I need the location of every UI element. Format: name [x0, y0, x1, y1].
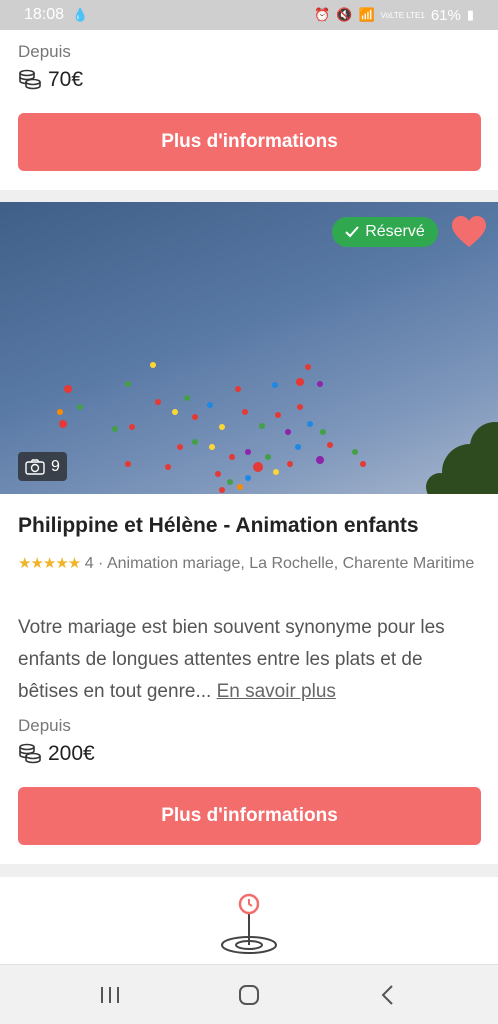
check-icon	[345, 226, 359, 238]
home-button[interactable]	[229, 979, 269, 1011]
rating-stars: ★★★★★	[18, 555, 81, 572]
recent-apps-icon	[101, 987, 119, 1003]
vendor-description: Votre mariage est bien souvent synonyme …	[18, 612, 480, 708]
photo-count: 9	[51, 457, 60, 475]
read-more-link[interactable]: En savoir plus	[217, 681, 336, 702]
price-value: 70€	[48, 68, 84, 91]
price-row: 200€	[18, 742, 95, 766]
more-info-button[interactable]: Plus d'informations	[18, 787, 481, 845]
status-time: 18:08	[24, 6, 65, 23]
battery-level: 61%	[430, 6, 461, 24]
drop-icon: 💧	[72, 7, 89, 22]
recent-apps-button[interactable]	[90, 979, 130, 1011]
battery-icon: ▮	[466, 7, 474, 22]
coins-icon	[19, 69, 41, 90]
back-button[interactable]	[368, 979, 408, 1011]
status-bar: 18:08 💧 ⏰ 🔇 📶 VoLTE LTE1 61% ▮	[0, 0, 498, 30]
wifi-icon: 📶	[358, 7, 375, 22]
heart-icon[interactable]	[452, 216, 486, 248]
map-pin-icon	[221, 893, 277, 954]
map-section	[0, 877, 498, 964]
from-label: Depuis	[18, 716, 71, 735]
vendor-photo[interactable]: Réservé 9	[0, 202, 498, 494]
coins-icon	[19, 743, 41, 764]
photo-count-badge[interactable]: 9	[18, 452, 67, 481]
vendor-category-location: · Animation mariage, La Rochelle, Charen…	[93, 555, 475, 572]
home-icon	[239, 985, 259, 1005]
mute-icon: 🔇	[336, 7, 353, 22]
vendor-meta: ★★★★★ 4 · Animation mariage, La Rochelle…	[18, 550, 480, 578]
more-info-button[interactable]: Plus d'informations	[18, 113, 481, 171]
system-nav-bar	[0, 964, 498, 1024]
vendor-title[interactable]: Philippine et Hélène - Animation enfants	[18, 514, 419, 538]
camera-icon	[25, 458, 45, 475]
reserved-badge: Réservé	[332, 217, 438, 247]
from-label: Depuis	[18, 42, 71, 61]
vendor-card-previous: Depuis 70€ Plus d'informations	[0, 30, 498, 190]
vendor-card[interactable]: Réservé 9 Philippine et Hélène - Animati…	[0, 202, 498, 864]
back-icon	[381, 985, 393, 1005]
price-row: 70€	[18, 68, 83, 92]
network-label: VoLTE LTE1	[380, 10, 425, 20]
rating-count: 4	[84, 555, 94, 572]
alarm-icon: ⏰	[314, 7, 331, 22]
reserved-label: Réservé	[365, 223, 425, 240]
price-value: 200€	[48, 742, 95, 765]
